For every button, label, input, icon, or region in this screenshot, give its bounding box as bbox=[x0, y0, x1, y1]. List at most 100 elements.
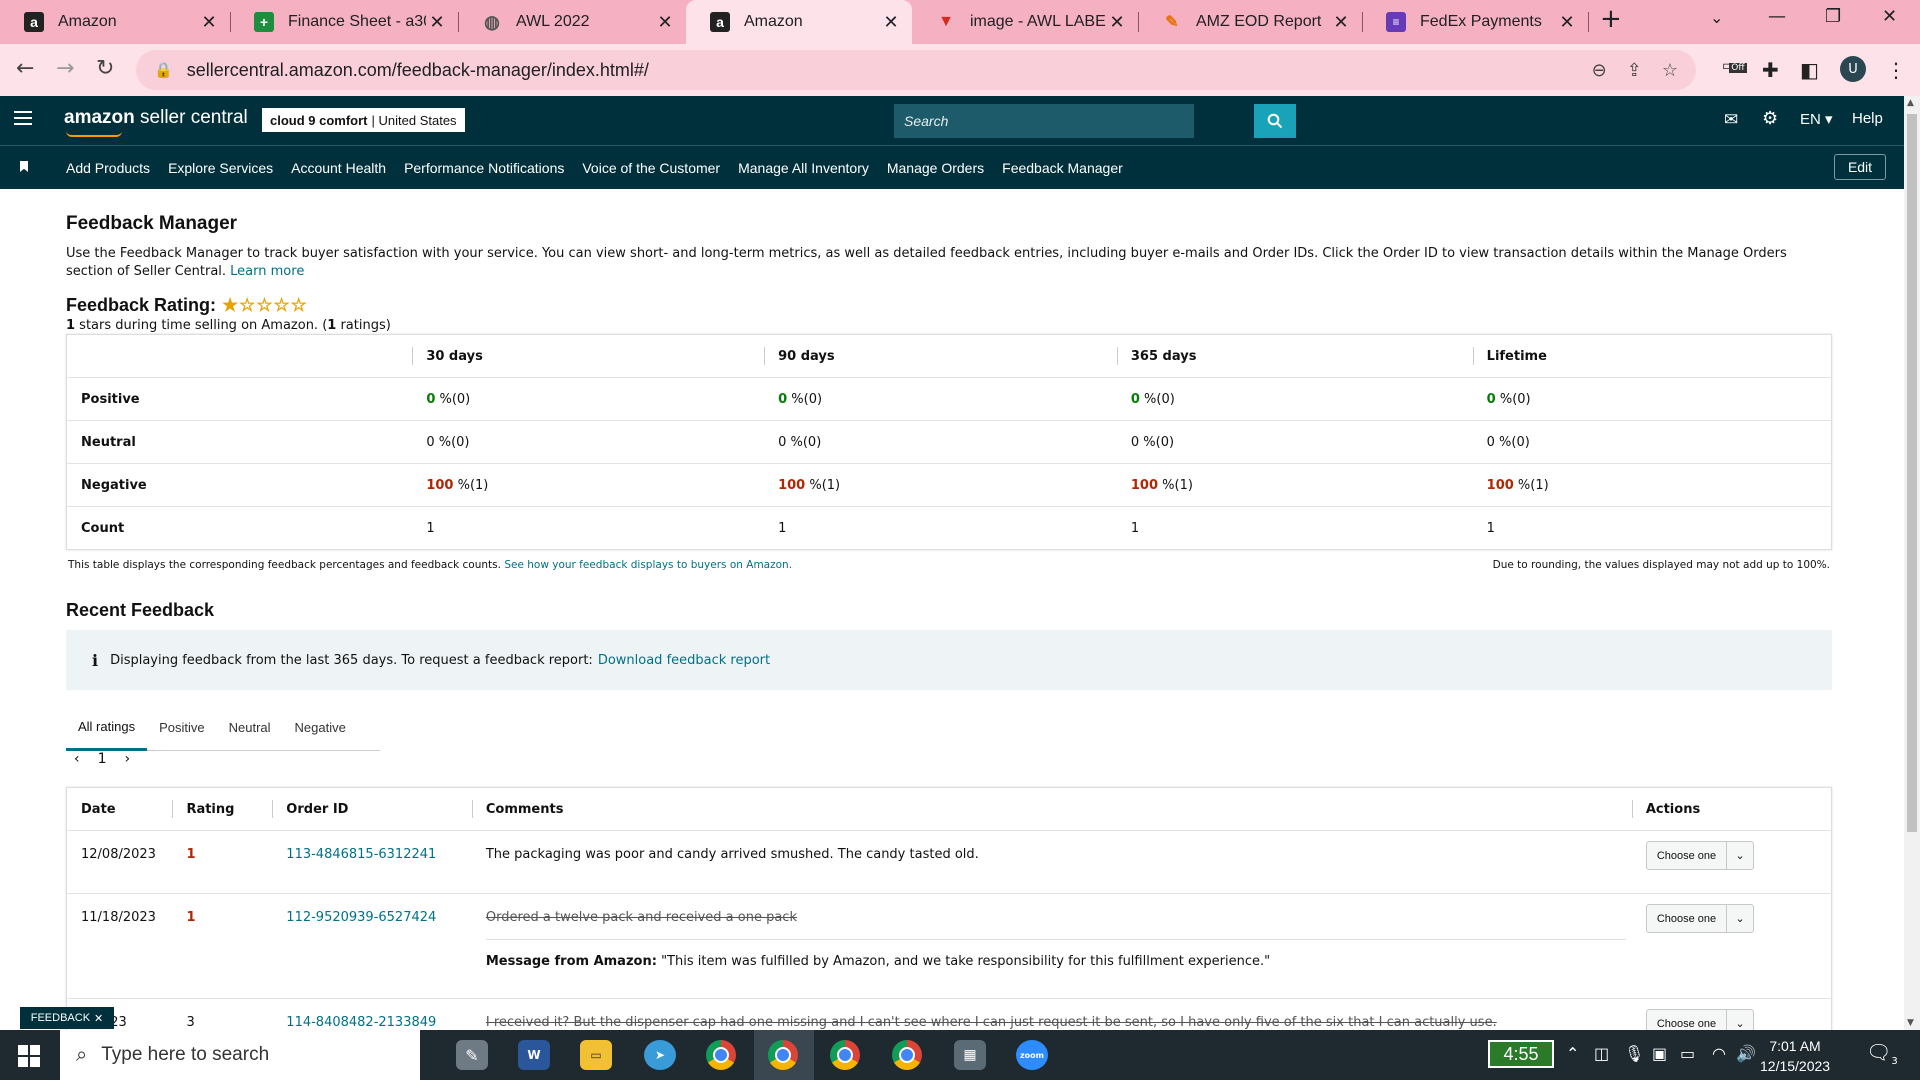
close-icon[interactable]: ✕ bbox=[880, 12, 902, 33]
chrome-profile-a-icon[interactable] bbox=[830, 1040, 860, 1070]
profile-avatar[interactable]: U bbox=[1840, 56, 1866, 82]
tab-all-ratings[interactable]: All ratings bbox=[66, 704, 148, 751]
actions-dropdown[interactable]: Choose one ⌄ bbox=[1645, 904, 1755, 933]
word-app-icon[interactable]: W bbox=[518, 1040, 550, 1070]
close-icon[interactable]: ✕ bbox=[1556, 12, 1578, 33]
wifi-icon[interactable]: ◠ bbox=[1712, 1044, 1726, 1063]
chrome-icon[interactable] bbox=[706, 1040, 736, 1070]
browser-tab[interactable]: ◍ AWL 2022 ✕ bbox=[458, 0, 686, 44]
chrome-profile-g-icon[interactable] bbox=[892, 1040, 922, 1070]
chevron-right-icon[interactable]: › bbox=[125, 751, 131, 767]
telegram-icon[interactable]: ➤ bbox=[644, 1040, 676, 1070]
learn-more-link[interactable]: Learn more bbox=[230, 264, 304, 279]
close-icon[interactable]: ✕ bbox=[198, 12, 220, 33]
actions-dropdown[interactable]: Choose one ⌄ bbox=[1645, 1009, 1755, 1030]
language-selector[interactable]: EN ▾ bbox=[1800, 110, 1833, 128]
close-icon[interactable]: ✕ bbox=[426, 12, 448, 33]
feedback-widget[interactable]: FEEDBACK ✕ bbox=[20, 1007, 114, 1029]
current-page[interactable]: 1 bbox=[98, 751, 107, 767]
address-bar[interactable]: 🔒 sellercentral.amazon.com/feedback-mana… bbox=[136, 50, 1696, 90]
puzzle-icon[interactable]: ✚ bbox=[1762, 58, 1779, 82]
row-label: Positive bbox=[66, 377, 413, 421]
nav-voice-of-customer[interactable]: Voice of the Customer bbox=[582, 160, 720, 176]
chrome-profile-u-icon[interactable] bbox=[768, 1040, 798, 1070]
close-window-button[interactable]: ✕ bbox=[1882, 6, 1897, 27]
meet-now-icon[interactable]: ◫ bbox=[1594, 1044, 1609, 1063]
volume-icon[interactable]: 🔊 bbox=[1736, 1044, 1756, 1063]
calculator-icon[interactable]: ▦ bbox=[954, 1040, 986, 1070]
browser-tab[interactable]: + Finance Sheet - a30 ✕ bbox=[230, 0, 458, 44]
notifications-icon[interactable]: 🗨3 bbox=[1866, 1040, 1898, 1067]
battery-icon[interactable]: ▭ bbox=[1680, 1044, 1695, 1063]
browser-tab[interactable]: ≡ FedEx Payments ✕ bbox=[1362, 0, 1588, 44]
actions-dropdown[interactable]: Choose one ⌄ bbox=[1645, 841, 1755, 870]
search-input[interactable]: Search bbox=[894, 104, 1194, 138]
nav-explore-services[interactable]: Explore Services bbox=[168, 160, 273, 176]
browser-tab-active[interactable]: a Amazon ✕ bbox=[686, 0, 912, 44]
edit-nav-button[interactable]: Edit bbox=[1834, 154, 1886, 180]
notes-app-icon[interactable]: ✎ bbox=[456, 1040, 488, 1070]
browser-tab[interactable]: a Amazon ✕ bbox=[0, 0, 230, 44]
feedback-display-link[interactable]: See how your feedback displays to buyers… bbox=[504, 559, 792, 571]
nav-add-products[interactable]: Add Products bbox=[66, 160, 150, 176]
url-text[interactable]: sellercentral.amazon.com/feedback-manage… bbox=[187, 60, 649, 81]
order-id-link[interactable]: 114-8408482-2133849 bbox=[272, 998, 472, 1030]
chevron-down-icon: ⌄ bbox=[1735, 850, 1745, 862]
tray-chevron-up-icon[interactable]: ⌃ bbox=[1566, 1044, 1579, 1063]
close-icon[interactable]: ✕ bbox=[94, 1012, 103, 1025]
scrollbar-thumb[interactable] bbox=[1907, 114, 1917, 832]
page-scrollbar[interactable]: ▲ ▼ bbox=[1904, 96, 1920, 1030]
tab-search-icon[interactable]: ⌄ bbox=[1710, 8, 1723, 27]
minimize-button[interactable]: — bbox=[1768, 6, 1786, 27]
forward-button[interactable]: → bbox=[56, 56, 74, 81]
close-icon[interactable]: ✕ bbox=[1330, 12, 1352, 33]
nav-manage-orders[interactable]: Manage Orders bbox=[887, 160, 984, 176]
mail-icon[interactable]: ✉ bbox=[1724, 110, 1738, 130]
order-id-link[interactable]: 112-9520939-6527424 bbox=[272, 893, 472, 999]
file-explorer-icon[interactable]: ▭ bbox=[580, 1040, 612, 1070]
restore-button[interactable]: ❐ bbox=[1825, 6, 1841, 27]
browser-tab[interactable]: ✎ AMZ EOD Report ✕ bbox=[1138, 0, 1362, 44]
feedback-widget-label: FEEDBACK bbox=[30, 1012, 91, 1024]
tab-neutral[interactable]: Neutral bbox=[217, 704, 283, 751]
seller-central-logo[interactable]: amazon seller central bbox=[64, 107, 248, 137]
system-clock[interactable]: 7:01 AM 12/15/2023 bbox=[1760, 1036, 1830, 1076]
nav-feedback-manager[interactable]: Feedback Manager bbox=[1002, 160, 1123, 176]
windows-start-icon[interactable] bbox=[18, 1045, 40, 1067]
new-tab-button[interactable]: + bbox=[1600, 4, 1622, 34]
screen-icon[interactable]: ▣ bbox=[1652, 1044, 1667, 1063]
download-report-link[interactable]: Download feedback report bbox=[598, 653, 770, 668]
share-icon[interactable]: ⇪ bbox=[1627, 60, 1642, 81]
gear-icon[interactable]: ⚙ bbox=[1762, 108, 1778, 129]
microphone-icon[interactable]: 🎙 bbox=[1624, 1044, 1644, 1063]
tab-positive[interactable]: Positive bbox=[147, 704, 217, 751]
close-icon[interactable]: ✕ bbox=[654, 12, 676, 33]
extension-icon[interactable]: ▭Off bbox=[1722, 58, 1747, 74]
browser-tab[interactable]: ▼ image - AWL LABEL ✕ bbox=[912, 0, 1138, 44]
lock-icon[interactable]: 🔒 bbox=[154, 61, 173, 79]
nav-account-health[interactable]: Account Health bbox=[291, 160, 386, 176]
nav-performance-notifications[interactable]: Performance Notifications bbox=[404, 160, 564, 176]
back-button[interactable]: ← bbox=[16, 56, 34, 81]
bookmark-icon[interactable] bbox=[20, 161, 28, 172]
close-icon[interactable]: ✕ bbox=[1106, 12, 1128, 33]
column-header: Actions bbox=[1631, 787, 1832, 831]
help-link[interactable]: Help bbox=[1852, 110, 1883, 127]
order-id-link[interactable]: 113-4846815-6312241 bbox=[272, 830, 472, 894]
tab-negative[interactable]: Negative bbox=[283, 704, 358, 751]
sidepanel-icon[interactable]: ◧ bbox=[1800, 58, 1819, 82]
zoom-icon[interactable]: ⊖ bbox=[1592, 60, 1607, 81]
nav-manage-all-inventory[interactable]: Manage All Inventory bbox=[738, 160, 869, 176]
zoom-app-icon[interactable]: zoom bbox=[1016, 1040, 1048, 1070]
reload-button[interactable]: ↻ bbox=[96, 56, 114, 81]
scroll-up-icon[interactable]: ▲ bbox=[1907, 98, 1914, 108]
menu-icon[interactable]: ⋮ bbox=[1886, 58, 1906, 82]
bookmark-star-icon[interactable]: ☆ bbox=[1662, 60, 1678, 81]
chevron-left-icon[interactable]: ‹ bbox=[74, 751, 80, 767]
search-button[interactable] bbox=[1254, 104, 1296, 138]
taskbar-search[interactable]: ⌕ Type here to search bbox=[60, 1030, 420, 1080]
scroll-down-icon[interactable]: ▼ bbox=[1907, 1018, 1914, 1028]
hamburger-menu-icon[interactable] bbox=[14, 111, 32, 125]
timer-widget[interactable]: 4:55 bbox=[1488, 1040, 1554, 1068]
account-switcher[interactable]: cloud 9 comfort | United States bbox=[262, 108, 465, 132]
